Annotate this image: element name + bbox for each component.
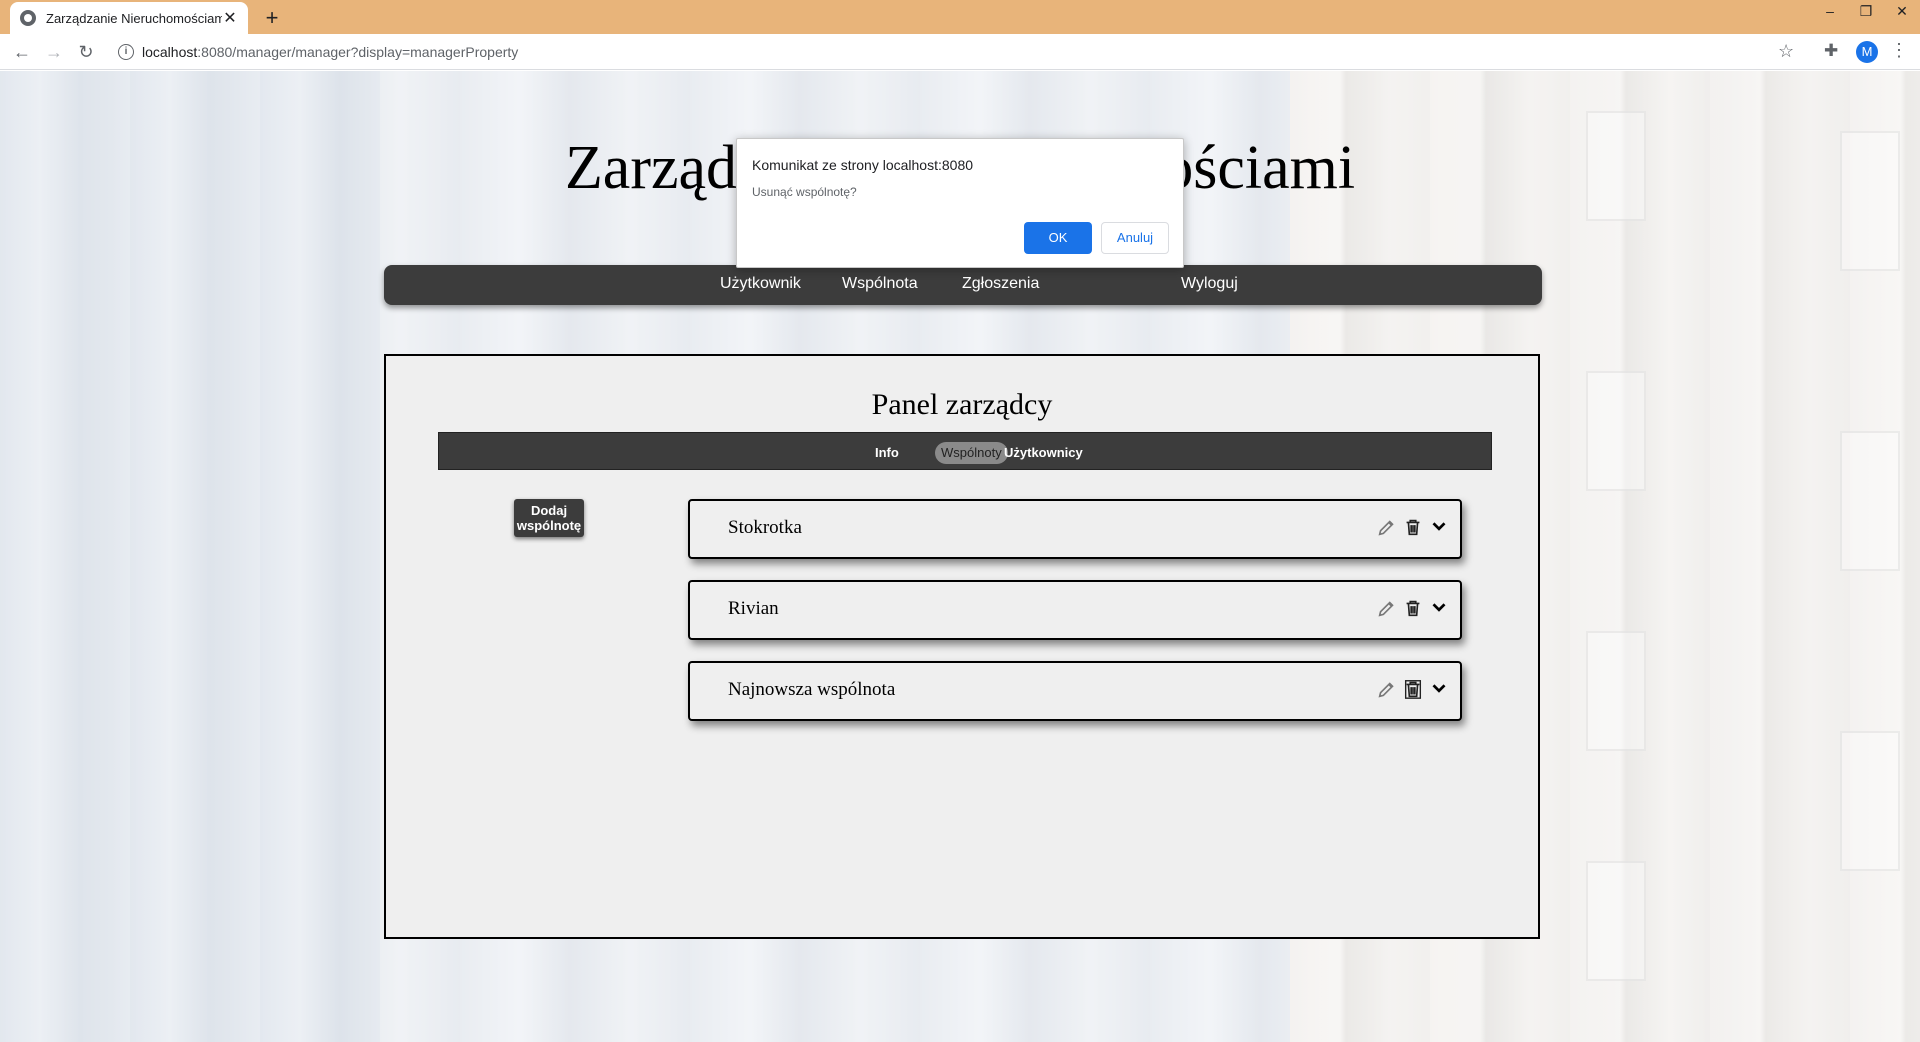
minimize-button[interactable]: – <box>1812 0 1848 22</box>
reload-icon[interactable]: ↻ <box>72 38 100 66</box>
trash-icon[interactable] <box>1402 597 1424 619</box>
address-bar[interactable]: i localhost :8080/manager/manager?displa… <box>108 38 1806 66</box>
pencil-icon[interactable] <box>1376 516 1398 538</box>
browser-tab[interactable]: Zarządzanie Nieruchomościami ✕ <box>10 2 248 34</box>
panel-title: Panel zarządcy <box>871 388 1053 421</box>
community-card[interactable]: Rivian <box>688 580 1462 640</box>
nav-item-uzytkownik[interactable]: Użytkownik <box>720 265 801 305</box>
extensions-puzzle-icon[interactable]: ✚ <box>1824 41 1838 61</box>
browser-toolbar: ← → ↻ i localhost :8080/manager/manager?… <box>0 34 1920 70</box>
forward-arrow-icon[interactable]: → <box>40 38 68 66</box>
close-window-button[interactable]: ✕ <box>1884 0 1920 22</box>
nav-item-wspolnota[interactable]: Wspólnota <box>842 265 918 305</box>
panel-subnav: Info Wspólnoty Użytkownicy <box>438 432 1492 470</box>
add-community-button[interactable]: Dodaj wspólnotę <box>514 499 584 537</box>
community-card[interactable]: Stokrotka <box>688 499 1462 559</box>
tab-close-icon[interactable]: ✕ <box>222 8 238 28</box>
tab-title: Zarządzanie Nieruchomościami <box>46 10 222 26</box>
community-name: Stokrotka <box>728 517 802 538</box>
chevron-down-icon[interactable] <box>1428 597 1450 619</box>
trash-icon[interactable] <box>1402 516 1424 538</box>
url-path: :8080/manager/manager?display=managerPro… <box>197 44 519 60</box>
bookmark-star-icon[interactable]: ☆ <box>1778 41 1794 62</box>
nav-item-wyloguj[interactable]: Wyloguj <box>1181 265 1238 305</box>
pencil-icon[interactable] <box>1376 678 1398 700</box>
page-body: Zarządzanie Nieruchomościami Użytkownik … <box>0 71 1920 1042</box>
browser-titlebar: Zarządzanie Nieruchomościami ✕ + – ❐ ✕ <box>0 0 1920 34</box>
card-actions <box>1376 515 1450 539</box>
manager-panel: Panel zarządcy Info Wspólnoty Użytkownic… <box>384 354 1540 939</box>
confirm-dialog: Komunikat ze strony localhost:8080 Usuną… <box>736 138 1184 268</box>
subnav-uzytkownicy[interactable]: Użytkownicy <box>998 442 1089 464</box>
ok-button[interactable]: OK <box>1024 222 1092 254</box>
community-name: Najnowsza wspólnota <box>728 679 896 700</box>
chevron-down-icon[interactable] <box>1428 678 1450 700</box>
chevron-down-icon[interactable] <box>1428 516 1450 538</box>
dialog-message: Usunąć wspólnotę? <box>752 185 857 199</box>
new-tab-button[interactable]: + <box>258 4 286 32</box>
url-host: localhost <box>142 44 198 60</box>
info-icon[interactable]: i <box>118 44 134 60</box>
card-actions <box>1376 677 1450 701</box>
globe-icon <box>20 10 36 26</box>
nav-item-zgloszenia[interactable]: Zgłoszenia <box>962 265 1039 305</box>
main-navigation: Użytkownik Wspólnota Zgłoszenia Wyloguj <box>384 265 1542 305</box>
subnav-wspolnoty[interactable]: Wspólnoty <box>935 442 1008 464</box>
card-actions <box>1376 596 1450 620</box>
trash-icon[interactable] <box>1402 678 1424 700</box>
dialog-title: Komunikat ze strony localhost:8080 <box>752 157 974 173</box>
pencil-icon[interactable] <box>1376 597 1398 619</box>
subnav-info[interactable]: Info <box>869 442 905 464</box>
cancel-button[interactable]: Anuluj <box>1101 222 1169 254</box>
restore-button[interactable]: ❐ <box>1848 0 1884 22</box>
browser-menu-icon[interactable]: ⋮ <box>1890 40 1908 61</box>
community-name: Rivian <box>728 598 779 619</box>
profile-avatar[interactable]: M <box>1856 41 1878 63</box>
back-arrow-icon[interactable]: ← <box>8 38 36 66</box>
community-card[interactable]: Najnowsza wspólnota <box>688 661 1462 721</box>
